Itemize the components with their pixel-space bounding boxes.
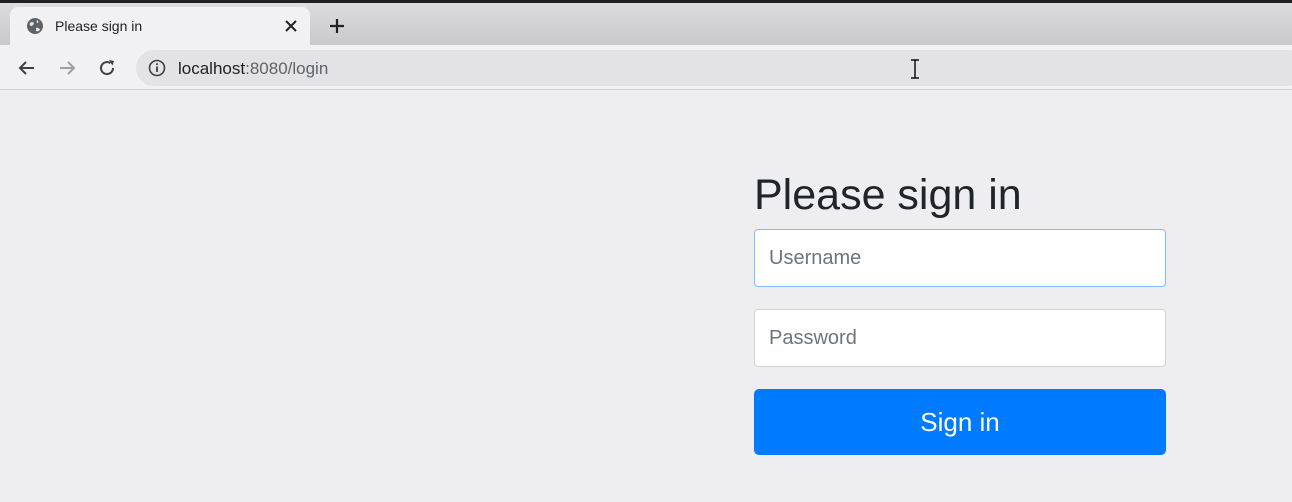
- plus-icon[interactable]: [325, 14, 349, 38]
- password-input[interactable]: [754, 309, 1166, 367]
- arrow-right-icon[interactable]: [54, 55, 80, 81]
- arrow-left-icon[interactable]: [14, 55, 40, 81]
- globe-icon: [26, 17, 44, 35]
- text-cursor-icon: [909, 59, 921, 79]
- reload-icon[interactable]: [94, 55, 120, 81]
- signin-form: Please sign in Sign in: [754, 169, 1166, 455]
- browser-toolbar: localhost:8080/login: [0, 45, 1292, 90]
- info-icon[interactable]: [148, 59, 166, 77]
- page-content: Please sign in Sign in: [0, 91, 1292, 502]
- tab-strip: Please sign in: [0, 3, 1292, 45]
- page-title: Please sign in: [754, 171, 1022, 219]
- close-icon[interactable]: [280, 15, 302, 37]
- url-path: :8080/login: [245, 59, 329, 78]
- username-input[interactable]: [754, 229, 1166, 287]
- url-text[interactable]: localhost:8080/login: [178, 59, 328, 79]
- tab-title: Please sign in: [55, 18, 143, 34]
- browser-tab[interactable]: Please sign in: [10, 7, 310, 45]
- url-host: localhost: [178, 59, 246, 78]
- sign-in-button[interactable]: Sign in: [754, 389, 1166, 455]
- address-bar[interactable]: localhost:8080/login: [136, 50, 1292, 86]
